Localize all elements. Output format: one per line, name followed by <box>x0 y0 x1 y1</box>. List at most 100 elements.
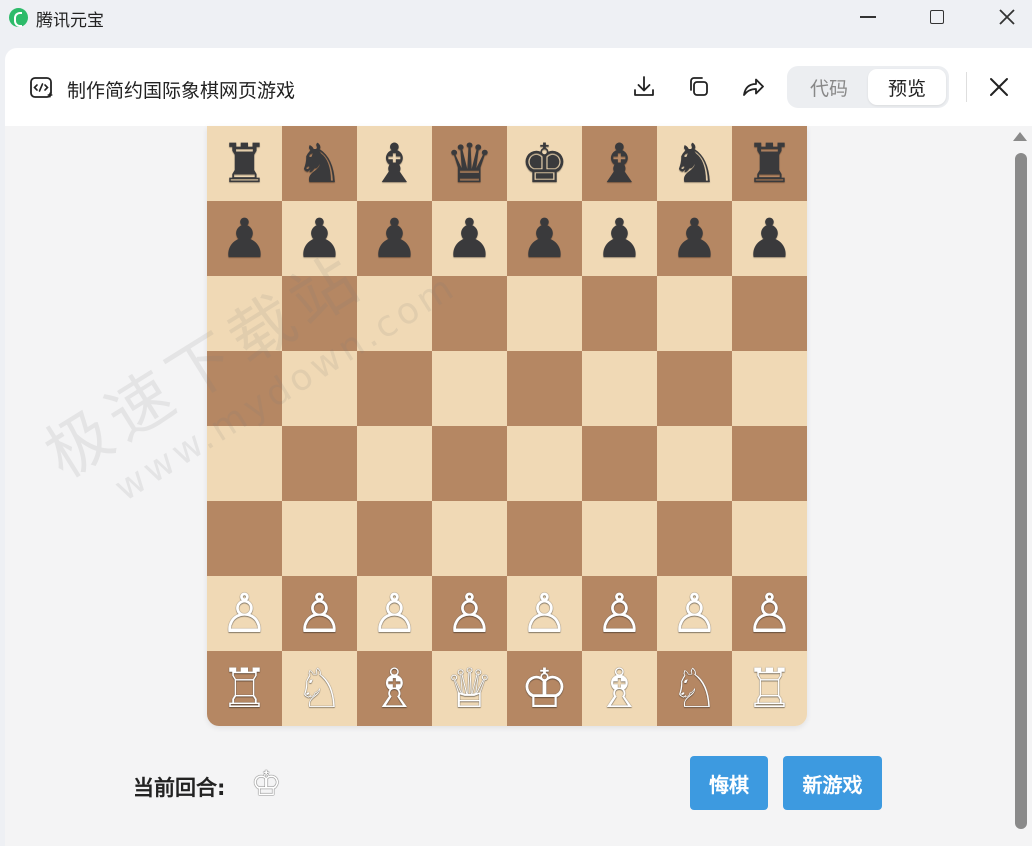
chess-piece[interactable]: ♟ <box>220 211 268 266</box>
board-square[interactable]: ♕ <box>432 651 507 726</box>
chess-piece[interactable]: ♖ <box>220 661 268 716</box>
board-square[interactable]: ♙ <box>657 576 732 651</box>
chess-piece[interactable]: ♙ <box>445 586 493 641</box>
board-square[interactable] <box>732 276 807 351</box>
board-square[interactable]: ♙ <box>732 576 807 651</box>
board-square[interactable] <box>732 351 807 426</box>
board-square[interactable]: ♝ <box>357 126 432 201</box>
board-square[interactable]: ♙ <box>582 576 657 651</box>
board-square[interactable]: ♙ <box>357 576 432 651</box>
board-square[interactable] <box>282 276 357 351</box>
chess-piece[interactable]: ♟ <box>595 211 643 266</box>
scrollbar-thumb[interactable] <box>1015 153 1027 829</box>
board-square[interactable]: ♗ <box>357 651 432 726</box>
board-square[interactable] <box>657 351 732 426</box>
board-square[interactable] <box>507 351 582 426</box>
chess-piece[interactable]: ♗ <box>595 661 643 716</box>
board-square[interactable]: ♔ <box>507 651 582 726</box>
board-square[interactable] <box>432 351 507 426</box>
chess-piece[interactable]: ♙ <box>670 586 718 641</box>
board-square[interactable] <box>507 501 582 576</box>
chess-piece[interactable]: ♕ <box>445 661 493 716</box>
board-square[interactable]: ♖ <box>732 651 807 726</box>
undo-button[interactable]: 悔棋 <box>690 756 768 810</box>
board-square[interactable]: ♟ <box>657 201 732 276</box>
board-square[interactable] <box>432 426 507 501</box>
board-square[interactable] <box>507 426 582 501</box>
board-square[interactable]: ♜ <box>207 126 282 201</box>
board-square[interactable] <box>282 351 357 426</box>
board-square[interactable]: ♟ <box>207 201 282 276</box>
board-square[interactable] <box>207 426 282 501</box>
board-square[interactable]: ♙ <box>507 576 582 651</box>
minimize-button[interactable] <box>845 0 891 34</box>
chess-piece[interactable]: ♙ <box>220 586 268 641</box>
board-square[interactable]: ♛ <box>432 126 507 201</box>
chess-piece[interactable]: ♞ <box>295 136 343 191</box>
board-square[interactable] <box>582 276 657 351</box>
board-square[interactable] <box>282 501 357 576</box>
chess-piece[interactable]: ♗ <box>370 661 418 716</box>
chess-piece[interactable]: ♖ <box>745 661 793 716</box>
chess-piece[interactable]: ♞ <box>670 136 718 191</box>
chess-piece[interactable]: ♘ <box>670 661 718 716</box>
board-square[interactable] <box>432 501 507 576</box>
chess-piece[interactable]: ♙ <box>370 586 418 641</box>
window-close-button[interactable] <box>984 0 1030 34</box>
chess-piece[interactable]: ♙ <box>595 586 643 641</box>
board-square[interactable]: ♙ <box>207 576 282 651</box>
tab-code[interactable]: 代码 <box>790 69 868 105</box>
board-square[interactable] <box>357 276 432 351</box>
board-square[interactable]: ♗ <box>582 651 657 726</box>
board-square[interactable] <box>282 426 357 501</box>
board-square[interactable]: ♚ <box>507 126 582 201</box>
board-square[interactable] <box>432 276 507 351</box>
board-square[interactable] <box>582 426 657 501</box>
board-square[interactable]: ♟ <box>507 201 582 276</box>
board-square[interactable]: ♖ <box>207 651 282 726</box>
new-game-button[interactable]: 新游戏 <box>783 756 882 810</box>
board-square[interactable]: ♞ <box>657 126 732 201</box>
board-square[interactable]: ♟ <box>432 201 507 276</box>
board-square[interactable]: ♘ <box>657 651 732 726</box>
board-square[interactable]: ♟ <box>282 201 357 276</box>
board-square[interactable] <box>507 276 582 351</box>
chess-piece[interactable]: ♟ <box>520 211 568 266</box>
board-square[interactable] <box>732 501 807 576</box>
maximize-button[interactable] <box>914 0 960 34</box>
board-square[interactable] <box>357 501 432 576</box>
chess-piece[interactable]: ♟ <box>445 211 493 266</box>
board-square[interactable] <box>357 426 432 501</box>
chess-piece[interactable]: ♘ <box>295 661 343 716</box>
chess-piece[interactable]: ♟ <box>370 211 418 266</box>
share-icon[interactable] <box>740 74 766 100</box>
board-square[interactable] <box>657 426 732 501</box>
board-square[interactable] <box>207 276 282 351</box>
board-square[interactable]: ♝ <box>582 126 657 201</box>
close-icon[interactable] <box>987 75 1011 99</box>
board-square[interactable] <box>582 501 657 576</box>
board-square[interactable]: ♘ <box>282 651 357 726</box>
board-square[interactable]: ♞ <box>282 126 357 201</box>
board-square[interactable]: ♟ <box>582 201 657 276</box>
chess-piece[interactable]: ♙ <box>745 586 793 641</box>
download-icon[interactable] <box>631 74 657 100</box>
chess-piece[interactable]: ♝ <box>595 136 643 191</box>
chess-piece[interactable]: ♟ <box>670 211 718 266</box>
chess-piece[interactable]: ♛ <box>445 136 493 191</box>
board-square[interactable] <box>732 426 807 501</box>
chess-piece[interactable]: ♔ <box>520 661 568 716</box>
scroll-up-arrow-icon[interactable] <box>1013 132 1027 141</box>
chess-piece[interactable]: ♝ <box>370 136 418 191</box>
board-square[interactable] <box>657 501 732 576</box>
chess-piece[interactable]: ♟ <box>295 211 343 266</box>
board-square[interactable] <box>207 351 282 426</box>
board-square[interactable]: ♟ <box>732 201 807 276</box>
board-square[interactable]: ♜ <box>732 126 807 201</box>
board-square[interactable]: ♙ <box>282 576 357 651</box>
chess-piece[interactable]: ♜ <box>220 136 268 191</box>
board-square[interactable] <box>582 351 657 426</box>
chess-piece[interactable]: ♙ <box>295 586 343 641</box>
board-square[interactable] <box>207 501 282 576</box>
board-square[interactable] <box>657 276 732 351</box>
